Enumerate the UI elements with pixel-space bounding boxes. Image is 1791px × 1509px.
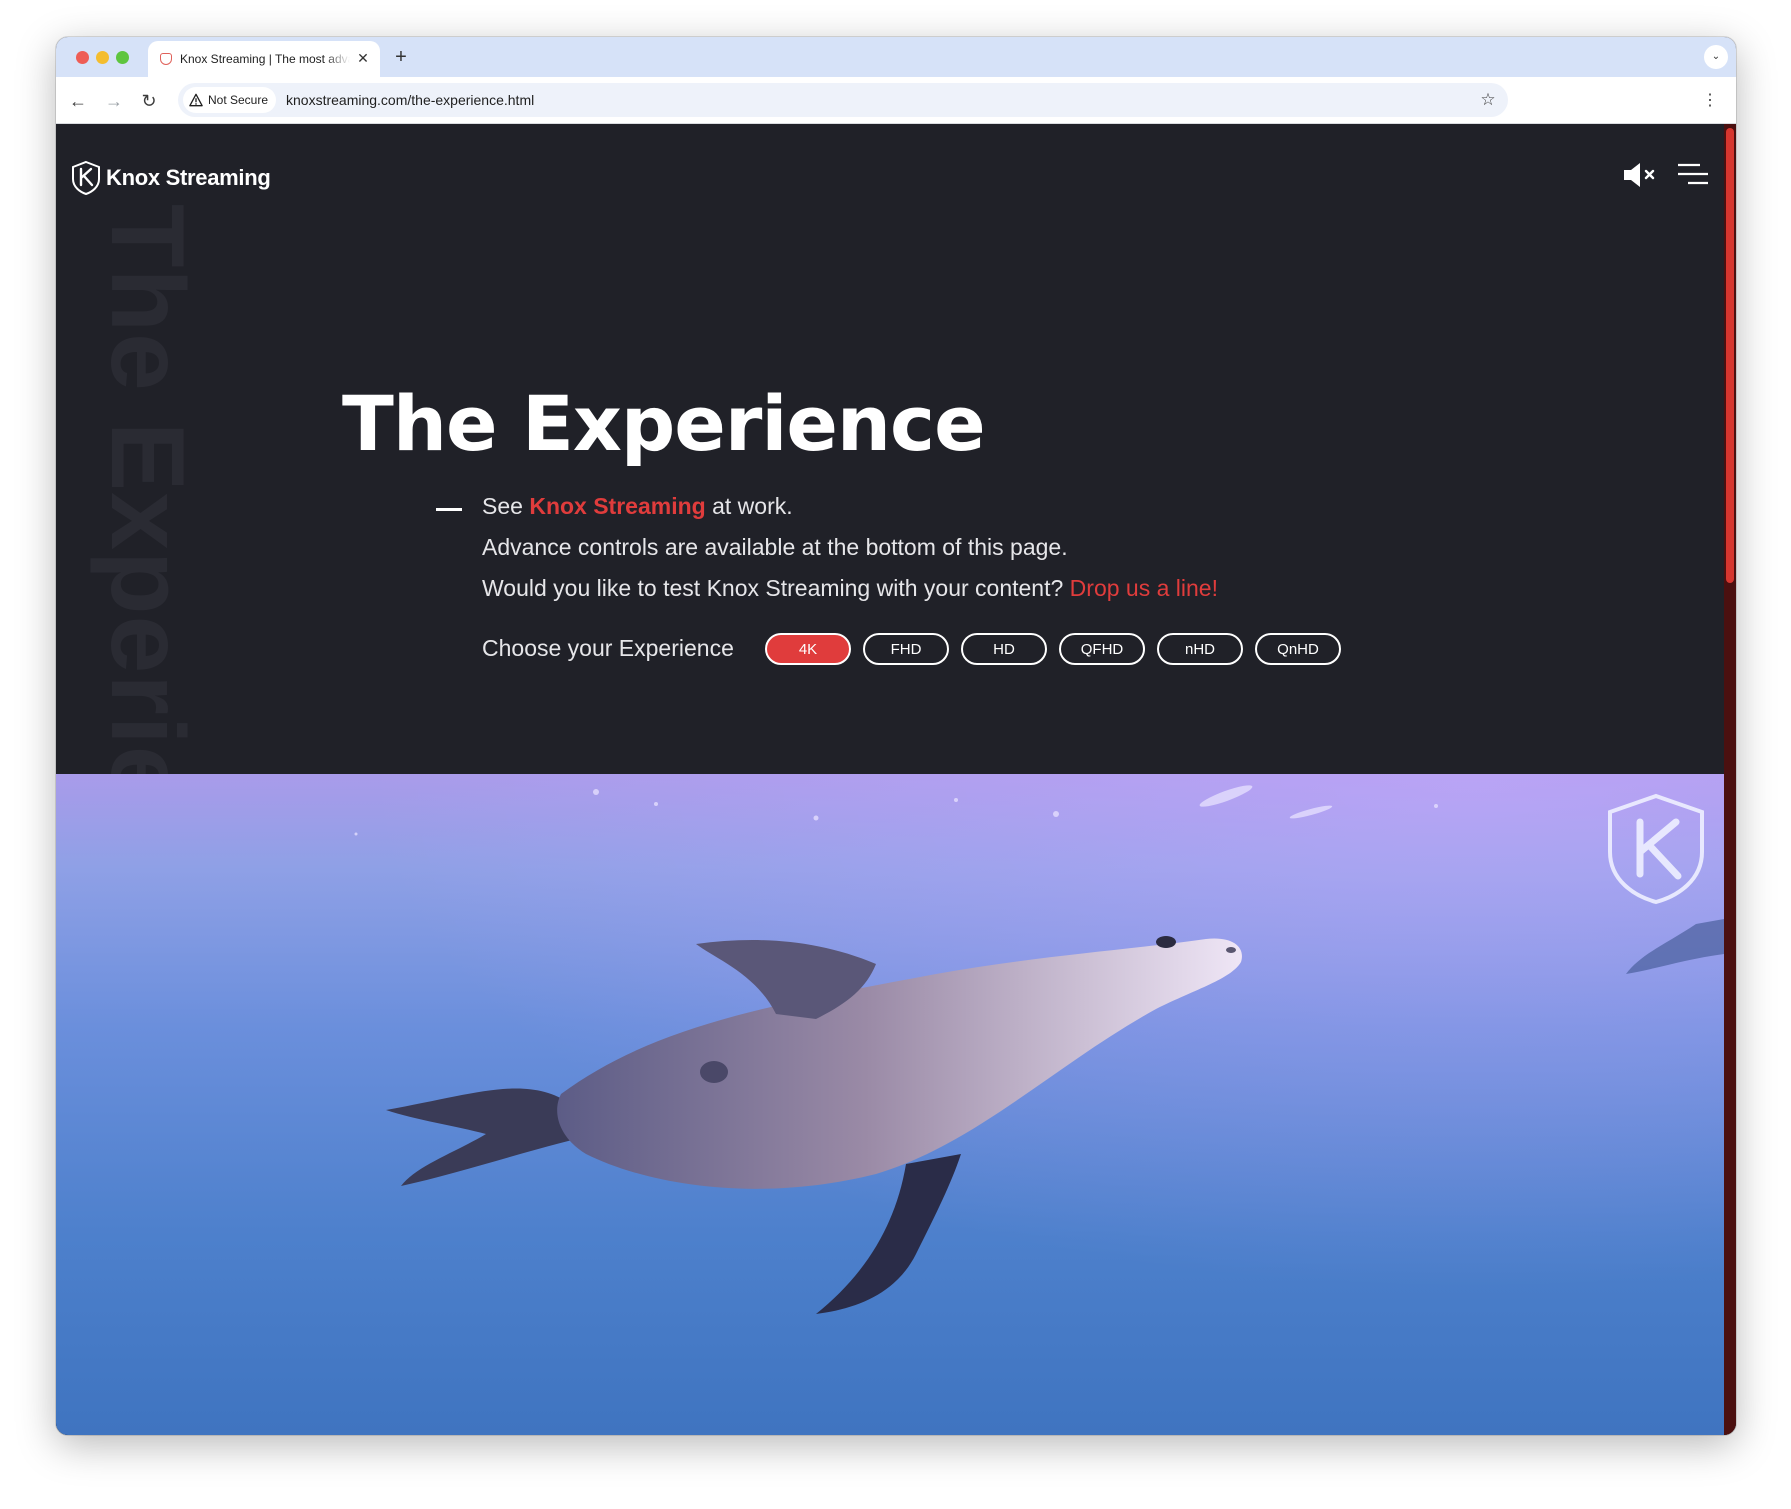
tab-strip: Knox Streaming | The most advanced strea… — [56, 37, 1736, 77]
sea-lion-image — [354, 785, 1724, 1314]
reload-button[interactable]: ↻ — [137, 89, 161, 113]
contact-link[interactable]: Drop us a line! — [1070, 575, 1218, 601]
intro-prefix: See — [482, 493, 530, 519]
address-bar[interactable]: Not Secure knoxstreaming.com/the-experie… — [178, 83, 1508, 117]
security-label: Not Secure — [208, 93, 269, 107]
warning-icon — [189, 93, 203, 107]
browser-window: Knox Streaming | The most advanced strea… — [56, 37, 1736, 1435]
quality-4k-button[interactable]: 4K — [765, 633, 851, 665]
intro-line-3: Would you like to test Knox Streaming wi… — [482, 575, 1218, 602]
brand-name: Knox Streaming — [106, 165, 271, 190]
video-player[interactable] — [56, 774, 1724, 1435]
back-button[interactable]: ← — [66, 89, 90, 113]
quality-qnhd-button[interactable]: QnHD — [1255, 633, 1341, 665]
minimize-window-button[interactable] — [96, 51, 109, 64]
quality-fhd-button[interactable]: FHD — [863, 633, 949, 665]
page-content: The Experience Knox Streaming The Experi… — [56, 124, 1736, 1435]
shield-k-logo-icon — [72, 160, 100, 196]
tab-title: Knox Streaming | The most advanced strea… — [180, 52, 350, 66]
dash-divider — [436, 508, 462, 511]
browser-toolbar: ← → ↻ Not Secure knoxstreaming.com/the-e… — [56, 77, 1736, 124]
quality-selector: 4K FHD HD QFHD nHD QnHD — [765, 633, 1341, 665]
mute-icon[interactable] — [1620, 160, 1660, 190]
intro-suffix: at work. — [705, 493, 793, 519]
favicon-icon — [160, 53, 172, 65]
page-title: The Experience — [342, 379, 986, 468]
intro-line-1: See Knox Streaming at work. — [482, 493, 793, 520]
brand-highlight: Knox Streaming — [529, 493, 706, 519]
url-text[interactable]: knoxstreaming.com/the-experience.html — [286, 92, 534, 108]
maximize-window-button[interactable] — [116, 51, 129, 64]
hamburger-menu-icon[interactable] — [1676, 162, 1710, 188]
scrollbar-thumb[interactable] — [1726, 128, 1734, 583]
new-tab-button[interactable]: + — [389, 45, 413, 69]
site-logo[interactable]: Knox Streaming — [70, 160, 271, 196]
quality-qfhd-button[interactable]: QFHD — [1059, 633, 1145, 665]
browser-menu-icon[interactable]: ⋮ — [1698, 89, 1722, 113]
contact-question: Would you like to test Knox Streaming wi… — [482, 575, 1070, 601]
quality-nhd-button[interactable]: nHD — [1157, 633, 1243, 665]
bookmark-star-icon[interactable]: ☆ — [1478, 90, 1498, 110]
page-scrollbar[interactable] — [1724, 124, 1736, 1435]
video-watermark-logo-icon — [1608, 793, 1704, 905]
quality-hd-button[interactable]: HD — [961, 633, 1047, 665]
tab-active[interactable]: Knox Streaming | The most advanced strea… — [148, 41, 380, 77]
tab-search-button[interactable]: ⌄ — [1704, 45, 1728, 69]
intro-line-2: Advance controls are available at the bo… — [482, 534, 1068, 560]
tab-close-icon[interactable]: ✕ — [354, 49, 372, 67]
forward-button[interactable]: → — [102, 89, 126, 113]
quality-label: Choose your Experience — [482, 635, 734, 661]
security-indicator[interactable]: Not Secure — [183, 87, 277, 113]
close-window-button[interactable] — [76, 51, 89, 64]
